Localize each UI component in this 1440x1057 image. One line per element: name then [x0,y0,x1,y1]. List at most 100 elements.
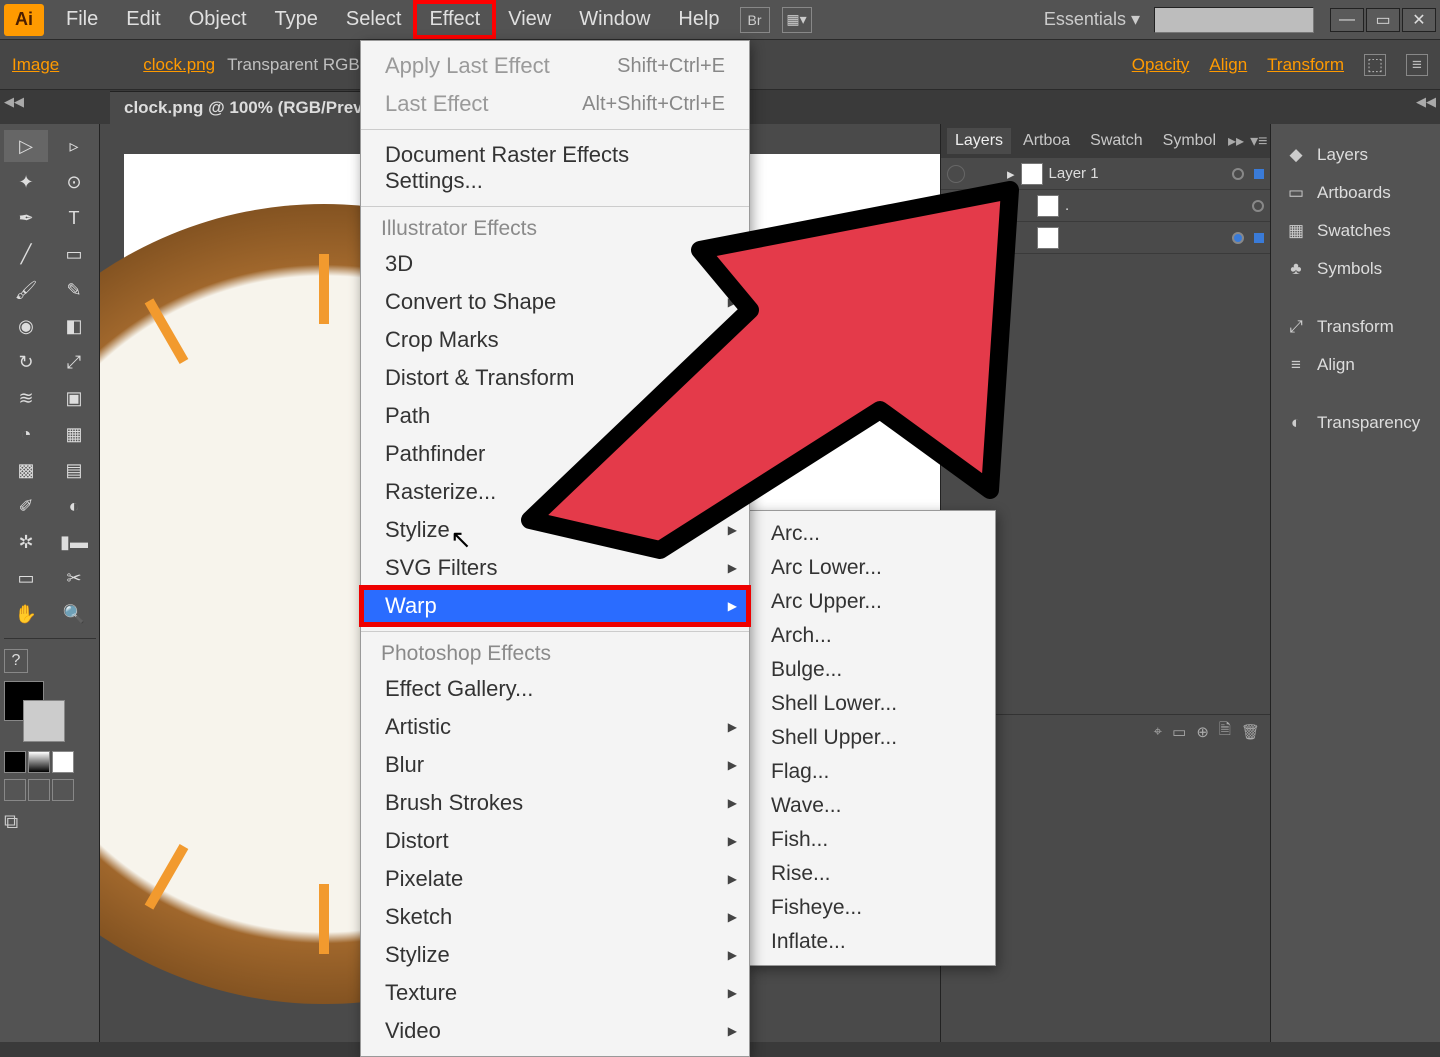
menu-help[interactable]: Help [664,2,733,37]
warp-arc-lower[interactable]: Arc Lower... [747,551,995,585]
linked-file-link[interactable]: clock.png [143,55,215,75]
opacity-link[interactable]: Opacity [1132,55,1190,75]
warp-rise[interactable]: Rise... [747,857,995,891]
blend-tool[interactable]: ◐ [52,490,96,522]
menu-warp[interactable]: Warp [361,587,749,625]
menu-pixelate[interactable]: Pixelate [361,860,749,898]
color-mode-swatch[interactable] [4,751,26,773]
layer-row[interactable]: ▸ Layer 1 [941,158,1270,190]
perspective-tool[interactable]: ▦ [52,418,96,450]
close-button[interactable]: ✕ [1402,8,1436,32]
width-tool[interactable]: ≋ [4,382,48,414]
menu-crop-marks[interactable]: Crop Marks [361,321,749,359]
warp-inflate[interactable]: Inflate... [747,925,995,959]
collapsed-panel-layers[interactable]: ◆Layers [1271,136,1440,174]
collapsed-panel-transparency[interactable]: ◐Transparency [1271,404,1440,442]
minimize-button[interactable]: — [1330,8,1364,32]
rotate-tool[interactable]: ↻ [4,346,48,378]
artboard-tool[interactable]: ▭ [4,562,48,594]
menu-path[interactable]: Path [361,397,749,435]
warp-flag[interactable]: Flag... [747,755,995,789]
menu-texture[interactable]: Texture [361,974,749,1012]
target-icon[interactable] [1232,232,1244,244]
menu-svg-filters[interactable]: SVG Filters [361,549,749,587]
menu-sketch[interactable]: Sketch [361,898,749,936]
collapsed-panel-artboards[interactable]: ▭Artboards [1271,174,1440,212]
pen-tool[interactable]: ✒ [4,202,48,234]
menu-3d[interactable]: 3D [361,245,749,283]
direct-selection-tool[interactable]: ▹ [52,130,96,162]
menu-stylize-ps[interactable]: Stylize [361,936,749,974]
menu-effect[interactable]: Effect [415,2,494,37]
symbol-sprayer-tool[interactable]: ✲ [4,526,48,558]
menu-edit[interactable]: Edit [112,2,174,37]
screen-mode-a[interactable] [4,779,26,801]
warp-arc-upper[interactable]: Arc Upper... [747,585,995,619]
transform-link[interactable]: Transform [1267,55,1344,75]
menu-type[interactable]: Type [261,2,332,37]
warp-wave[interactable]: Wave... [747,789,995,823]
graph-tool[interactable]: ▮▬ [52,526,96,558]
warp-arc[interactable]: Arc... [747,517,995,551]
menu-select[interactable]: Select [332,2,416,37]
screen-mode-b[interactable] [28,779,50,801]
warp-shell-upper[interactable]: Shell Upper... [747,721,995,755]
help-tool-icon[interactable]: ? [4,649,28,673]
collapse-right-icon[interactable]: ◀◀ [1416,94,1436,110]
pencil-tool[interactable]: ✎ [52,274,96,306]
menu-distort-transform[interactable]: Distort & Transform [361,359,749,397]
hand-tool[interactable]: ✋ [4,598,48,630]
panel-menu-icon[interactable]: ≡ [1406,54,1428,76]
warp-shell-lower[interactable]: Shell Lower... [747,687,995,721]
collapsed-panel-symbols[interactable]: ♣Symbols [1271,250,1440,288]
target-icon[interactable] [1252,200,1264,212]
new-layer-icon[interactable]: 🗎 [1219,719,1231,744]
gradient-tool[interactable]: ▤ [52,454,96,486]
workspace-switcher[interactable]: Essentials ▾ [1036,5,1148,34]
collapsed-panel-transform[interactable]: ⤢Transform [1271,308,1440,346]
target-icon[interactable] [1232,168,1244,180]
menu-file[interactable]: File [52,2,112,37]
visibility-eye-icon[interactable] [947,197,965,215]
maximize-button[interactable]: ▭ [1366,8,1400,32]
screen-mode-c[interactable] [52,779,74,801]
free-transform-tool[interactable]: ▣ [52,382,96,414]
search-input[interactable] [1154,7,1314,33]
layer-name[interactable]: . [1065,197,1069,214]
menu-video[interactable]: Video [361,1012,749,1050]
collapsed-panel-swatches[interactable]: ▦Swatches [1271,212,1440,250]
line-tool[interactable]: ╱ [4,238,48,270]
eyedropper-tool[interactable]: ✐ [4,490,48,522]
menu-object[interactable]: Object [175,2,261,37]
menu-convert-to-shape[interactable]: Convert to Shape [361,283,749,321]
panel-tab-symbols[interactable]: Symbol [1155,128,1224,154]
magic-wand-tool[interactable]: ✦ [4,166,48,198]
warp-fish[interactable]: Fish... [747,823,995,857]
mesh-tool[interactable]: ▩ [4,454,48,486]
layer-row[interactable]: . [941,190,1270,222]
panel-tab-artboards[interactable]: Artboa [1015,128,1078,154]
menu-effect-gallery[interactable]: Effect Gallery... [361,670,749,708]
menu-raster-settings[interactable]: Document Raster Effects Settings... [361,136,749,200]
panel-menu-icon[interactable]: ▾≡ [1250,131,1267,151]
delete-layer-icon[interactable]: 🗑 [1241,723,1260,741]
scale-tool[interactable]: ⤢ [52,346,96,378]
type-tool[interactable]: T [52,202,96,234]
menu-view[interactable]: View [494,2,565,37]
doc-switcher-icon[interactable]: ⧉ [4,811,95,834]
visibility-eye-icon[interactable] [947,165,965,183]
lasso-tool[interactable]: ⊙ [52,166,96,198]
none-mode-swatch[interactable] [52,751,74,773]
new-sublayer-icon[interactable]: ⊕ [1196,723,1209,741]
gradient-mode-swatch[interactable] [28,751,50,773]
bridge-icon[interactable]: Br [740,7,770,33]
collapsed-panel-align[interactable]: ≡Align [1271,346,1440,384]
panel-tab-layers[interactable]: Layers [947,128,1011,154]
menu-brush-strokes[interactable]: Brush Strokes [361,784,749,822]
rectangle-tool[interactable]: ▭ [52,238,96,270]
shape-builder-tool[interactable]: ◔ [4,418,48,450]
warp-fisheye[interactable]: Fisheye... [747,891,995,925]
slice-tool[interactable]: ✂ [52,562,96,594]
eraser-tool[interactable]: ◧ [52,310,96,342]
arrange-docs-icon[interactable]: ▦▾ [782,7,812,33]
